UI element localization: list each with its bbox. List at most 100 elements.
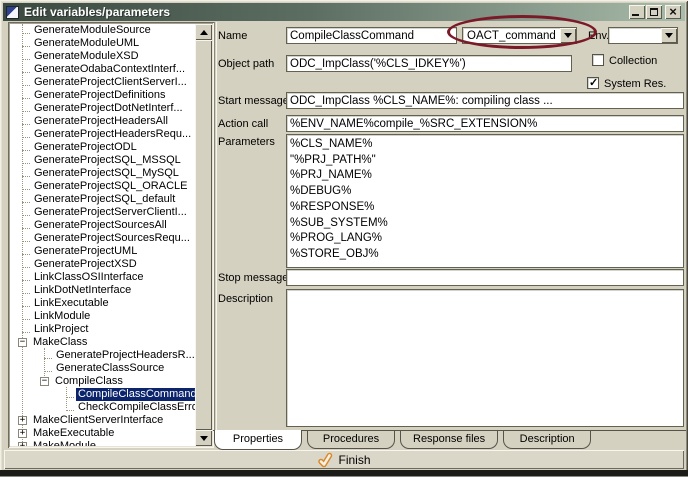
title-bar[interactable]: Edit variables/parameters × (3, 3, 685, 21)
tree-connector-line (22, 118, 30, 125)
tree-item[interactable]: GenerateProjectSQL_MySQL (10, 167, 195, 180)
tree-item[interactable]: GenerateProjectSQL_MSSQL (10, 154, 195, 167)
tree-item[interactable]: −CompileClass (10, 375, 195, 388)
tree-item-label: LinkClassOSIInterface (32, 271, 145, 284)
tree-item[interactable]: CompileClassCommand (10, 388, 195, 401)
minimize-button[interactable] (629, 5, 645, 19)
tree-item[interactable]: + MakeExecutable (10, 427, 195, 440)
arrow-down-icon (200, 436, 208, 445)
tree-item[interactable]: GenerateOdabaContextInterf... (10, 63, 195, 76)
collapse-toggle-icon[interactable]: − (18, 338, 27, 347)
check-icon (317, 452, 333, 468)
tree-connector-line (22, 261, 30, 268)
action-call-input[interactable] (286, 115, 684, 132)
tree-item[interactable]: LinkDotNetInterface (10, 284, 195, 297)
tree-item-label: GenerateModuleXSD (32, 50, 141, 63)
stop-message-label: Stop message (218, 272, 288, 284)
tree-item[interactable]: −MakeClass (10, 336, 195, 349)
tab-description[interactable]: Description (503, 430, 591, 449)
close-icon: × (669, 7, 677, 17)
tree-item[interactable]: GenerateProjectSQL_ORACLE (10, 180, 195, 193)
app-icon (6, 6, 19, 19)
tree-item[interactable]: CheckCompileClassError (10, 401, 195, 414)
arrow-up-icon (200, 26, 208, 35)
tree-connector-line (66, 391, 74, 398)
tree-item[interactable]: GenerateProjectXSD (10, 258, 195, 271)
tree-item[interactable]: GenerateProjectODL (10, 141, 195, 154)
tree-item-label: GenerateProjectSQL_default (32, 193, 177, 206)
tree-item[interactable]: LinkExecutable (10, 297, 195, 310)
env-dropdown[interactable] (608, 27, 678, 44)
scrollbar-thumb[interactable] (195, 40, 212, 430)
tree-item-label: MakeModule (31, 440, 98, 446)
description-textarea[interactable] (286, 289, 684, 427)
tree-connector-line (22, 235, 30, 242)
start-message-input[interactable] (286, 92, 684, 109)
tree-item[interactable]: GenerateProjectHeadersAll (10, 115, 195, 128)
maximize-button[interactable] (646, 5, 662, 19)
tree-connector-line (22, 27, 30, 34)
env-label: Env. (588, 30, 609, 42)
type-dropdown-button[interactable] (560, 28, 576, 43)
expand-toggle-icon[interactable]: + (18, 442, 27, 446)
tree-item[interactable]: GenerateProjectSourcesAll (10, 219, 195, 232)
chevron-down-icon (665, 33, 673, 42)
tree-item[interactable]: GenerateProjectHeadersR... (10, 349, 195, 362)
tree-connector-line (44, 352, 52, 359)
finish-button-label: Finish (338, 453, 370, 467)
name-label: Name (218, 30, 247, 42)
scroll-up-button[interactable] (195, 24, 212, 40)
expand-toggle-icon[interactable]: + (18, 429, 27, 438)
collapse-toggle-icon[interactable]: − (40, 377, 49, 386)
tree-connector-line (22, 66, 30, 73)
scroll-down-button[interactable] (195, 430, 212, 446)
tree-item[interactable]: GenerateModuleUML (10, 37, 195, 50)
tree-item[interactable]: GenerateProjectHeadersRequ... (10, 128, 195, 141)
name-input[interactable] (286, 27, 457, 44)
tree-item[interactable]: GenerateClassSource (10, 362, 195, 375)
tree-item-label: GenerateClassSource (54, 362, 166, 375)
expand-toggle-icon[interactable]: + (18, 416, 27, 425)
tree-item[interactable]: GenerateProjectSourcesRequ... (10, 232, 195, 245)
close-button[interactable]: × (665, 5, 681, 19)
collection-checkbox[interactable] (592, 54, 604, 66)
tree-connector-line (44, 365, 52, 372)
tree-item[interactable]: GenerateProjectServerClientI... (10, 206, 195, 219)
tree-item[interactable]: GenerateProjectSQL_default (10, 193, 195, 206)
tree-item[interactable]: GenerateProjectDefinitions (10, 89, 195, 102)
tree-list[interactable]: GenerateModuleSourceGenerateModuleUMLGen… (10, 24, 195, 446)
tree-item-label: MakeClass (31, 336, 89, 349)
system-res-checkbox[interactable] (587, 77, 599, 89)
tree-item-label: GenerateModuleSource (32, 24, 153, 37)
action-call-label: Action call (218, 118, 268, 130)
tree-item[interactable]: +MakeClientServerInterface (10, 414, 195, 427)
tree-item-label: GenerateProjectSQL_ORACLE (32, 180, 189, 193)
tree-item-label: CompileClass (53, 375, 125, 388)
stop-message-input[interactable] (286, 269, 684, 286)
tree-item[interactable]: GenerateProjectClientServerI... (10, 76, 195, 89)
object-path-input[interactable] (286, 55, 572, 72)
tree-item[interactable]: LinkProject (10, 323, 195, 336)
tree-item[interactable]: GenerateProjectDotNetInterf... (10, 102, 195, 115)
tree-item-label: MakeExecutable (31, 427, 116, 440)
tab-procedures[interactable]: Procedures (307, 430, 395, 449)
tree-connector-line (22, 326, 30, 333)
tab-properties[interactable]: Properties (214, 430, 302, 450)
tree-item[interactable]: GenerateProjectUML (10, 245, 195, 258)
tree-item[interactable]: LinkClassOSIInterface (10, 271, 195, 284)
tree-item-label: GenerateProjectSQL_MySQL (32, 167, 181, 180)
tree-item[interactable]: GenerateModuleXSD (10, 50, 195, 63)
finish-button[interactable]: Finish (4, 450, 684, 469)
tree-item[interactable]: LinkModule (10, 310, 195, 323)
tab-response-files[interactable]: Response files (400, 430, 498, 449)
tree-item[interactable]: + MakeModule (10, 440, 195, 446)
tree-item[interactable]: GenerateModuleSource (10, 24, 195, 37)
env-dropdown-button[interactable] (661, 28, 677, 43)
parameters-textarea[interactable] (286, 134, 684, 268)
tree-connector-line (22, 196, 30, 203)
tree-item-label: CompileClassCommand (76, 388, 195, 401)
tree-scrollbar[interactable] (195, 24, 212, 446)
object-path-label: Object path (218, 58, 274, 70)
type-dropdown[interactable]: OACT_command (462, 27, 577, 44)
tree-item-label: GenerateProjectODL (32, 141, 139, 154)
